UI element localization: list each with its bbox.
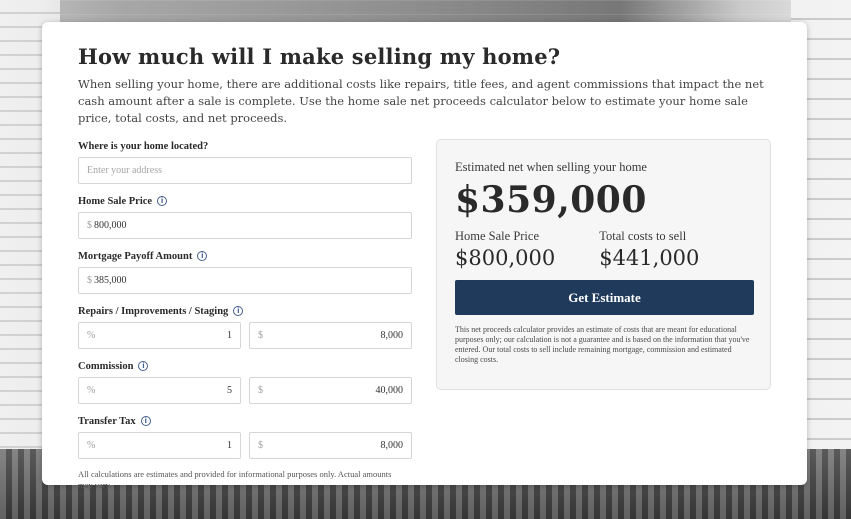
address-placeholder: Enter your address [87, 165, 162, 176]
commission-amount-input[interactable]: $ 40,000 [249, 377, 412, 404]
sale-price-group: Home Sale Price i $ 800,000 [78, 194, 412, 239]
repairs-group: Repairs / Improvements / Staging i % 1 $… [78, 304, 412, 349]
sale-price-value: 800,000 [94, 220, 127, 231]
sale-price-input[interactable]: $ 800,000 [78, 212, 412, 239]
dollar-prefix: $ [87, 275, 92, 286]
location-label-text: Where is your home located? [78, 140, 209, 152]
dollar-prefix: $ [258, 330, 263, 341]
sale-price-stat-label: Home Sale Price [455, 229, 540, 243]
commission-fields: % 5 $ 40,000 [78, 377, 412, 404]
mortgage-group: Mortgage Payoff Amount i $ 385,000 [78, 249, 412, 294]
total-costs-stat-value: $441,000 [599, 246, 700, 270]
total-costs-stat-label: Total costs to sell [599, 229, 687, 243]
info-icon[interactable]: i [197, 251, 208, 261]
results-title: Estimated net when selling your home [455, 160, 647, 174]
repairs-label-text: Repairs / Improvements / Staging [78, 305, 229, 317]
mortgage-input[interactable]: $ 385,000 [78, 267, 412, 294]
input-form: Where is your home located? Enter your a… [78, 139, 412, 491]
repairs-amount-input[interactable]: $ 8,000 [249, 322, 412, 349]
info-icon[interactable]: i [157, 196, 168, 206]
transfer-tax-amount-value: 8,000 [380, 440, 404, 451]
transfer-tax-label: Transfer Tax i [78, 414, 412, 428]
dollar-prefix: $ [258, 385, 263, 396]
mortgage-label-text: Mortgage Payoff Amount [78, 250, 193, 262]
info-icon[interactable]: i [138, 361, 149, 371]
transfer-tax-percent-value: 1 [227, 440, 232, 451]
transfer-tax-fields: % 1 $ 8,000 [78, 432, 412, 459]
commission-amount-value: 40,000 [375, 385, 404, 396]
dollar-prefix: $ [87, 220, 92, 231]
dollar-prefix: $ [258, 440, 263, 451]
repairs-label: Repairs / Improvements / Staging i [78, 304, 412, 318]
mortgage-label: Mortgage Payoff Amount i [78, 249, 412, 263]
repairs-percent-value: 1 [227, 330, 232, 341]
transfer-tax-group: Transfer Tax i % 1 $ 8,000 [78, 414, 412, 459]
form-disclaimer: All calculations are estimates and provi… [78, 469, 392, 490]
mortgage-value: 385,000 [94, 275, 127, 286]
repairs-amount-value: 8,000 [380, 330, 404, 341]
commission-percent-input[interactable]: % 5 [78, 377, 241, 404]
percent-prefix: % [87, 385, 96, 396]
commission-group: Commission i % 5 $ 40,000 [78, 359, 412, 404]
repairs-percent-input[interactable]: % 1 [78, 322, 241, 349]
intro-text: When selling your home, there are additi… [78, 77, 764, 125]
commission-percent-value: 5 [227, 385, 232, 396]
results-column: Estimated net when selling your home $35… [436, 139, 771, 491]
total-costs-stat: Total costs to sell $441,000 [599, 229, 699, 270]
transfer-tax-percent-input[interactable]: % 1 [78, 432, 241, 459]
results-disclaimer: This net proceeds calculator provides an… [455, 325, 750, 364]
info-icon[interactable]: i [233, 306, 244, 316]
calculator-card: How much will I make selling my home? Wh… [42, 22, 807, 490]
commission-label: Commission i [78, 359, 412, 373]
transfer-tax-label-text: Transfer Tax [78, 415, 136, 427]
calculator-columns: Where is your home located? Enter your a… [78, 139, 771, 491]
sale-price-stat-value: $800,000 [455, 246, 556, 270]
sale-price-stat: Home Sale Price $800,000 [455, 229, 555, 270]
results-panel: Estimated net when selling your home $35… [436, 139, 771, 390]
transfer-tax-amount-input[interactable]: $ 8,000 [249, 432, 412, 459]
info-icon[interactable]: i [140, 416, 151, 426]
location-group: Where is your home located? Enter your a… [78, 139, 412, 184]
address-input[interactable]: Enter your address [78, 157, 412, 184]
location-label: Where is your home located? [78, 139, 412, 153]
commission-label-text: Commission [78, 360, 134, 372]
results-stats: Home Sale Price $800,000 Total costs to … [455, 229, 752, 270]
percent-prefix: % [87, 440, 96, 451]
net-proceeds-value: $359,000 [455, 179, 647, 221]
get-estimate-button[interactable]: Get Estimate [455, 280, 754, 315]
page-title: How much will I make selling my home? [78, 44, 561, 69]
sale-price-label: Home Sale Price i [78, 194, 412, 208]
sale-price-label-text: Home Sale Price [78, 195, 153, 207]
repairs-fields: % 1 $ 8,000 [78, 322, 412, 349]
percent-prefix: % [87, 330, 96, 341]
